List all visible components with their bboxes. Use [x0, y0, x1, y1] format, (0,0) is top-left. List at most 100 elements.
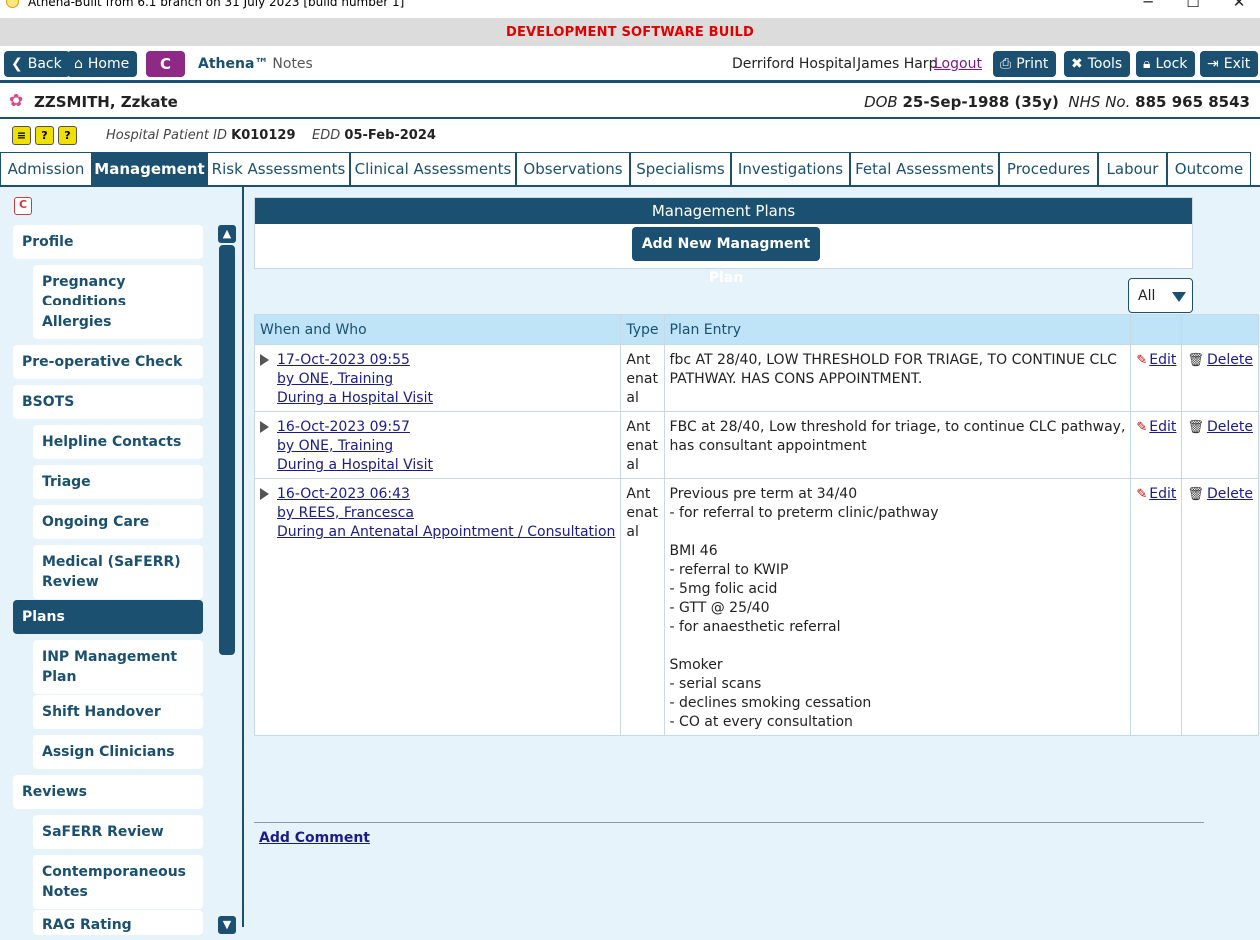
logout-link[interactable]: Logout: [934, 56, 982, 72]
col-when-who[interactable]: When and Who: [253, 314, 622, 345]
minimize-button[interactable]: ─: [1125, 0, 1171, 12]
tab-fetal-assessments[interactable]: Fetal Assessments: [850, 152, 999, 185]
sidebar-item-ongoing-care[interactable]: Ongoing Care: [33, 505, 203, 539]
alert-question-icon[interactable]: ?: [35, 126, 54, 145]
plan-line: has consultant appointment: [669, 438, 867, 454]
tools-button[interactable]: ✖ Tools: [1064, 51, 1131, 77]
plan-line: - for referral to preterm clinic/pathway: [669, 505, 939, 521]
tab-clinical-assessments[interactable]: Clinical Assessments: [350, 152, 516, 185]
sidebar-item-shift-handover[interactable]: Shift Handover: [33, 695, 203, 729]
tab-admission[interactable]: Admission: [0, 152, 92, 185]
cell-when-who: 16-Oct-2023 09:57 by ONE, Training Durin…: [253, 411, 622, 479]
lock-button[interactable]: 🔒︎ Lock: [1136, 51, 1196, 77]
exit-label: Exit: [1223, 56, 1251, 72]
plan-line: - declines smoking cessation: [669, 695, 872, 711]
cell-when-who: 16-Oct-2023 06:43 by REES, Francesca Dur…: [253, 478, 622, 736]
sidebar-item-contemporaneous-notes[interactable]: Contemporaneous Notes: [33, 855, 203, 909]
cell-plan-entry: fbc AT 28/40, LOW THRESHOLD FOR TRIAGE, …: [663, 344, 1132, 412]
cell-delete: 🗑︎ Delete: [1181, 478, 1259, 736]
entry-context-link[interactable]: During an Antenatal Appointment / Consul…: [277, 523, 615, 542]
sidebar-item-medical-saferr-review[interactable]: Medical (SaFERR) Review: [33, 545, 203, 599]
delete-link[interactable]: Delete: [1207, 419, 1253, 435]
patient-details-row: ≡ ? ? Hospital Patient ID K010129 EDD 05…: [0, 121, 1260, 151]
pencil-icon: ✎: [1136, 353, 1148, 368]
cell-edit: ✎ Edit: [1130, 478, 1183, 736]
sidebar-scrollbar[interactable]: ▲ ▼: [218, 225, 236, 935]
entry-author-link[interactable]: by ONE, Training: [277, 437, 433, 456]
sidebar-item-saferr-review[interactable]: SaFERR Review: [33, 815, 203, 849]
tab-management[interactable]: Management: [92, 152, 207, 185]
scroll-down-icon[interactable]: ▼: [218, 916, 236, 934]
sidebar-c-badge[interactable]: C: [14, 197, 32, 215]
c-button[interactable]: C: [146, 51, 185, 77]
flower-icon: ✿: [9, 91, 24, 111]
dob-value: 25-Sep-1988 (35y): [902, 93, 1059, 111]
entry-author-link[interactable]: by REES, Francesca: [277, 504, 615, 523]
filter-value: All: [1138, 288, 1156, 304]
type-filter-select[interactable]: All: [1128, 278, 1193, 313]
sidebar-item-pre-operative-check[interactable]: Pre-operative Check: [13, 345, 203, 379]
print-icon: ⎙: [1000, 56, 1012, 72]
entry-author-link[interactable]: by ONE, Training: [277, 370, 433, 389]
alert-list-icon[interactable]: ≡: [12, 126, 31, 145]
back-button[interactable]: ❮ Back: [4, 51, 70, 77]
sidebar-item-bsots[interactable]: BSOTS: [13, 385, 203, 419]
patient-dob-nhs: DOB 25-Sep-1988 (35y) NHS No. 885 965 85…: [864, 93, 1250, 111]
expand-triangle-icon[interactable]: [260, 354, 269, 366]
tab-outcome[interactable]: Outcome: [1167, 152, 1251, 185]
edd-label: EDD: [312, 128, 341, 143]
expand-triangle-icon[interactable]: [260, 488, 269, 500]
tab-labour[interactable]: Labour: [1098, 152, 1167, 185]
edit-link[interactable]: Edit: [1149, 486, 1176, 502]
main-tabs: Admission Management Risk Assessments Cl…: [0, 152, 1260, 185]
tab-risk-assessments[interactable]: Risk Assessments: [207, 152, 350, 185]
scroll-up-icon[interactable]: ▲: [218, 225, 236, 243]
tab-specialisms[interactable]: Specialisms: [630, 152, 731, 185]
alert-question-icon-2[interactable]: ?: [58, 126, 77, 145]
tools-icon: ✖: [1071, 56, 1083, 72]
sidebar-item-triage[interactable]: Triage: [33, 465, 203, 499]
sidebar-item-helpline-contacts[interactable]: Helpline Contacts: [33, 425, 203, 459]
tab-investigations[interactable]: Investigations: [731, 152, 850, 185]
sidebar-item-rag-rating[interactable]: RAG Rating: [33, 910, 203, 935]
col-type[interactable]: Type: [620, 314, 665, 345]
sidebar-item-profile[interactable]: Profile: [13, 225, 203, 259]
sidebar-item-plans[interactable]: Plans: [13, 600, 203, 634]
maximize-button[interactable]: ☐: [1170, 0, 1216, 12]
sidebar-item-assign-clinicians[interactable]: Assign Clinicians: [33, 735, 203, 769]
sidebar-item-allergies[interactable]: Allergies: [33, 305, 203, 339]
sidebar-item-reviews[interactable]: Reviews: [13, 775, 203, 809]
expand-triangle-icon[interactable]: [260, 421, 269, 433]
main-toolbar: ❮ Back ⌂ Home C Athena™ Notes Derriford Hos…: [0, 46, 1260, 83]
entry-datetime-link[interactable]: 16-Oct-2023 06:43: [277, 485, 615, 504]
exit-button[interactable]: ⇥ Exit: [1200, 51, 1259, 77]
plan-line: Smoker: [669, 657, 723, 673]
tab-observations[interactable]: Observations: [516, 152, 630, 185]
delete-link[interactable]: Delete: [1207, 486, 1253, 502]
tools-label: Tools: [1087, 56, 1123, 72]
sidebar-item-inp-management-plan[interactable]: INP Management Plan: [33, 640, 203, 694]
entry-datetime-link[interactable]: 17-Oct-2023 09:55: [277, 351, 433, 370]
tab-procedures[interactable]: Procedures: [999, 152, 1098, 185]
close-window-button[interactable]: ✕: [1216, 0, 1260, 12]
plan-line: - referral to KWIP: [669, 562, 789, 578]
edit-link[interactable]: Edit: [1149, 352, 1176, 368]
home-button[interactable]: ⌂ Home: [67, 51, 138, 77]
print-button[interactable]: ⎙ Print: [993, 51, 1057, 77]
add-plan-button[interactable]: Add New Managment Plan: [632, 227, 820, 286]
edd-value: 05-Feb-2024: [344, 128, 436, 143]
cell-delete: 🗑︎ Delete: [1181, 344, 1259, 412]
entry-context-link[interactable]: During a Hospital Visit: [277, 389, 433, 408]
scroll-thumb[interactable]: [219, 245, 235, 655]
entry-context-link[interactable]: During a Hospital Visit: [277, 456, 433, 475]
nhs-label: NHS No.: [1068, 93, 1131, 111]
edit-link[interactable]: Edit: [1149, 419, 1176, 435]
plan-line: - for anaesthetic referral: [669, 619, 841, 635]
management-plans-panel: Management Plans Add New Managment Plan: [254, 197, 1193, 286]
entry-datetime-link[interactable]: 16-Oct-2023 09:57: [277, 418, 433, 437]
delete-link[interactable]: Delete: [1207, 352, 1253, 368]
col-plan-entry[interactable]: Plan Entry: [663, 314, 1132, 345]
hospital-name: Derriford Hospital: [732, 56, 857, 72]
add-comment-link[interactable]: Add Comment: [259, 830, 370, 846]
table-row: 16-Oct-2023 06:43 by REES, Francesca Dur…: [253, 478, 1259, 736]
